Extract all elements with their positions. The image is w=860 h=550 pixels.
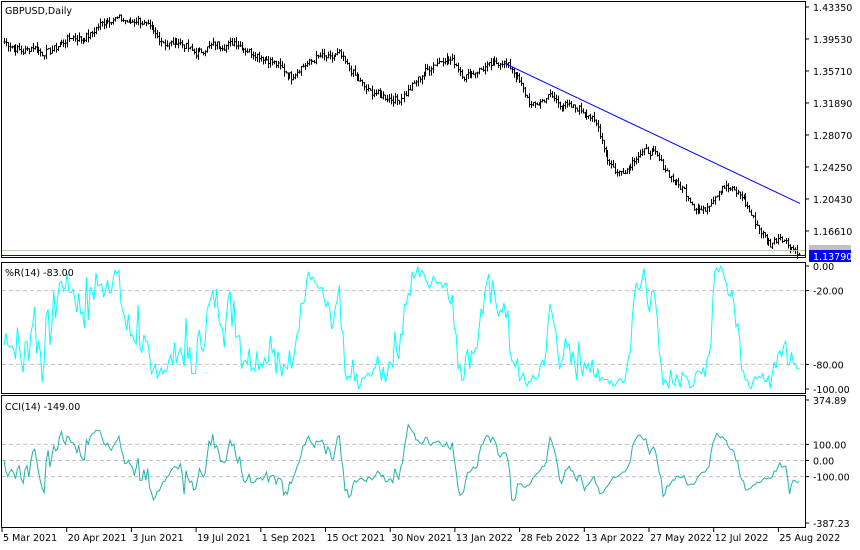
wpr-tick-label: -20.00 <box>813 287 844 298</box>
date-tick-label: 20 Apr 2021 <box>68 533 127 544</box>
price-tick-label: 1.24250 <box>813 163 852 174</box>
cci-title: CCI(14) -149.00 <box>5 402 80 413</box>
date-tick-label: 5 Mar 2021 <box>3 533 57 544</box>
price-tick-label: 1.31890 <box>813 99 852 110</box>
cci-tick-label: -387.23 <box>813 519 850 530</box>
wpr-line <box>3 265 800 390</box>
date-tick-label: 13 Jan 2022 <box>456 533 513 544</box>
date-tick-label: 27 May 2022 <box>650 533 712 544</box>
chart-canvas[interactable]: 1.43350 1.39530 1.35710 1.31890 1.28070 1.242… <box>0 0 860 550</box>
wpr-tick-label: -100.00 <box>813 385 850 396</box>
price-tick-label: 1.28070 <box>813 131 852 142</box>
price-tick-label: 1.16610 <box>813 227 852 238</box>
date-tick-label: 3 Jun 2021 <box>132 533 183 544</box>
price-tick-label: 1.20430 <box>813 195 852 206</box>
trend-line <box>504 63 801 204</box>
cci-tick-label: -100.00 <box>813 473 850 484</box>
cci-tick-label: 100.00 <box>813 440 846 451</box>
chart-window: 1.43350 1.39530 1.35710 1.31890 1.28070 1.242… <box>0 0 860 550</box>
wpr-tick-label: -80.00 <box>813 360 844 371</box>
wpr-panel-frame <box>1 262 806 394</box>
wpr-title: %R(14) -83.00 <box>5 268 74 279</box>
date-tick-label: 15 Oct 2021 <box>327 533 386 544</box>
date-tick-label: 1 Sep 2021 <box>262 533 316 544</box>
cci-panel-frame <box>1 395 806 528</box>
date-tick-label: 12 Jul 2022 <box>715 533 769 544</box>
main-chart-title: GBPUSD,Daily <box>5 6 72 17</box>
price-tick-label: 1.35710 <box>813 67 852 78</box>
date-tick-label: 13 Apr 2022 <box>585 533 644 544</box>
date-tick-label: 28 Feb 2022 <box>521 533 580 544</box>
price-tick-label: 1.39530 <box>813 35 852 46</box>
main-panel-frame <box>1 1 806 258</box>
date-tick-label: 19 Jul 2021 <box>197 533 251 544</box>
date-tick-label: 30 Nov 2021 <box>391 533 452 544</box>
date-tick-label: 25 Aug 2022 <box>779 533 840 544</box>
wpr-tick-label: 0.00 <box>813 262 834 273</box>
price-tick-label: 1.43350 <box>813 3 852 14</box>
cci-tick-label: 374.89 <box>813 396 846 407</box>
cci-line <box>3 423 800 502</box>
cci-tick-label: 0.00 <box>813 457 834 468</box>
